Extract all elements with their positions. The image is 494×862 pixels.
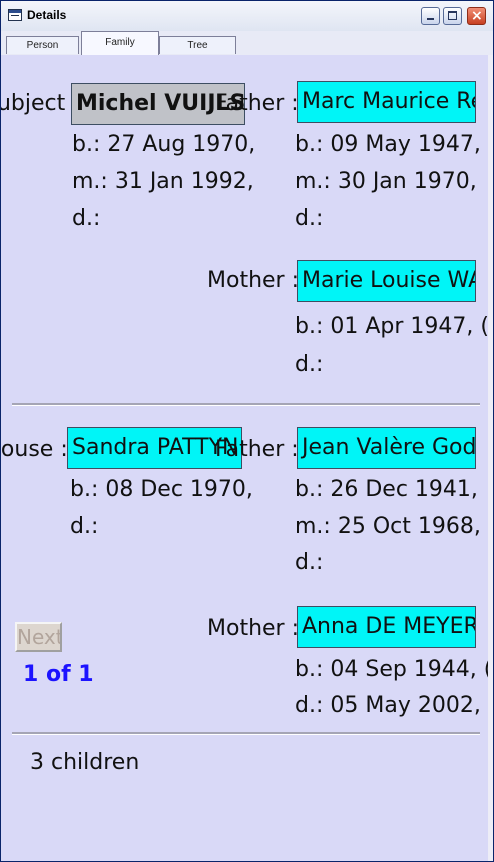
spouse-death: d.:: [70, 514, 99, 539]
subject-birth: b.: 27 Aug 1970,: [72, 132, 256, 157]
subject-mother-label: Mother :: [207, 268, 299, 293]
title-bar[interactable]: Details ×: [1, 1, 493, 32]
window-title: Details: [27, 8, 67, 22]
spouse-mother-death: d.: 05 May 2002,: [295, 693, 481, 718]
subject-mother-birth: b.: 01 Apr 1947, (: [295, 314, 489, 339]
right-edge: [488, 55, 493, 861]
family-separator-bottom: [12, 732, 480, 735]
tab-family[interactable]: Family: [81, 31, 159, 55]
subject-father-label: Father :: [215, 91, 299, 116]
window-app-icon[interactable]: [8, 9, 22, 21]
minimize-button[interactable]: [421, 7, 440, 25]
spouse-label: Spouse :: [1, 437, 68, 462]
tab-bar: Person Family Tree: [1, 31, 493, 56]
next-button[interactable]: Next: [15, 622, 62, 652]
close-button[interactable]: ×: [467, 7, 486, 25]
pager-indicator: 1 of 1: [23, 662, 94, 687]
spouse-birth: b.: 08 Dec 1970,: [70, 477, 253, 502]
family-panel: Subject : Michel VUIJLS b.: 27 Aug 1970,…: [1, 55, 493, 861]
subject-marriage: m.: 31 Jan 1992,: [72, 169, 254, 194]
tab-tree[interactable]: Tree: [159, 36, 236, 54]
spouse-mother-label: Mother :: [207, 616, 299, 641]
children-summary: 3 children: [30, 750, 140, 775]
subject-mother-death: d.:: [295, 352, 324, 377]
tab-person[interactable]: Person: [6, 36, 79, 54]
spouse-mother-birth: b.: 04 Sep 1944, (: [295, 657, 493, 682]
subject-father-marriage: m.: 30 Jan 1970,: [295, 169, 477, 194]
spouse-father-marriage: m.: 25 Oct 1968,: [295, 514, 481, 539]
maximize-button[interactable]: [443, 7, 462, 25]
spouse-father-name-button[interactable]: Jean Valère God: [297, 427, 476, 469]
subject-father-birth: b.: 09 May 1947,: [295, 132, 481, 157]
subject-death: d.:: [72, 206, 101, 231]
spouse-mother-name-button[interactable]: Anna DE MEYER: [297, 606, 476, 648]
close-icon: ×: [471, 8, 483, 24]
minimize-icon: [427, 18, 434, 20]
maximize-icon: [448, 11, 457, 20]
subject-label: Subject :: [1, 91, 80, 116]
family-separator-top: [12, 403, 480, 406]
details-window: Details × Person Family Tree Subject : M…: [0, 0, 494, 862]
spouse-father-label: Father :: [215, 437, 299, 462]
spouse-father-birth: b.: 26 Dec 1941,: [295, 477, 478, 502]
subject-father-death: d.:: [295, 206, 324, 231]
subject-father-name-button[interactable]: Marc Maurice Re: [297, 81, 476, 123]
spouse-father-death: d.:: [295, 550, 324, 575]
subject-mother-name-button[interactable]: Marie Louise WA: [297, 260, 476, 302]
